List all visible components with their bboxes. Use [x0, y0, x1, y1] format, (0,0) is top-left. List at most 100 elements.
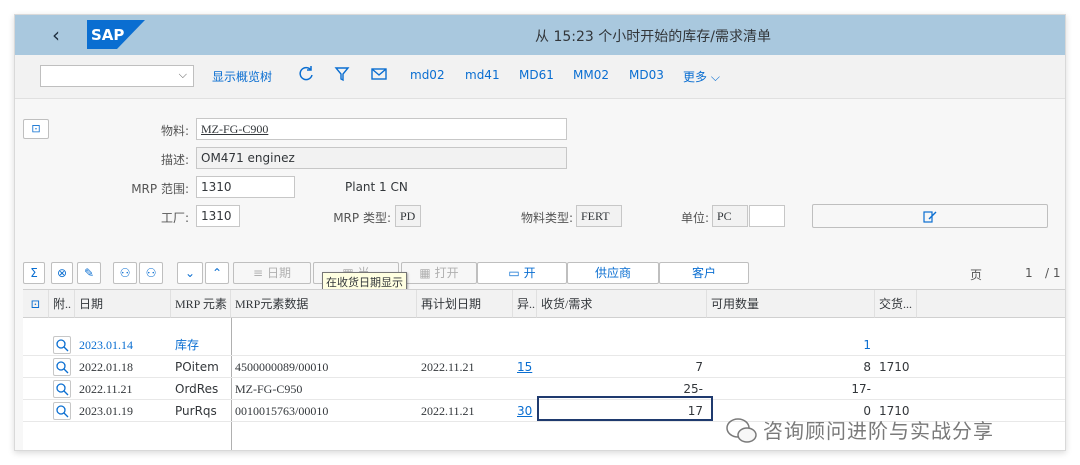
unit-text-field[interactable] [749, 205, 785, 227]
cell-receipt-requirement: 7 [695, 360, 703, 374]
variant-select[interactable]: ⌵ [40, 65, 194, 87]
sap-window: ‹ SAP 从 15:23 个小时开始的库存/需求清单 ⌵ 显示概览树 md02… [14, 14, 1066, 451]
page-label: 页 [970, 268, 983, 282]
md41-button[interactable]: md41 [465, 68, 500, 82]
zoom-icon[interactable] [53, 402, 71, 420]
filter-icon[interactable] [333, 65, 351, 83]
shell-title: 从 15:23 个小时开始的库存/需求清单 [535, 29, 771, 45]
cell-reschedule-date: 2022.11.21 [421, 360, 475, 374]
cell-delivery [875, 334, 917, 356]
open-button[interactable]: ▦ 打开 [401, 262, 477, 284]
zoom-icon[interactable] [53, 380, 71, 398]
table-row[interactable]: 2023.01.14 库存 1 [23, 334, 1065, 356]
cell-date: 2022.01.18 [79, 360, 133, 374]
header-mrp-element[interactable]: MRP 元素 [171, 290, 231, 318]
date-button[interactable]: ≡ 日期 [233, 262, 311, 284]
mail-icon[interactable] [370, 65, 388, 83]
shell-bar: ‹ SAP 从 15:23 个小时开始的库存/需求清单 [15, 15, 1065, 55]
select-all-icon[interactable]: ⊡ [23, 290, 49, 318]
description-field: OM471 enginez [196, 147, 567, 169]
unit-label: 单位: [680, 211, 709, 225]
receipt-button[interactable]: ▭ 开 [477, 262, 567, 284]
cell-receipt-requirement [537, 334, 707, 356]
calendar-icon: ▭ [508, 266, 520, 280]
sum-button[interactable]: Σ [23, 262, 45, 284]
open-button-label: 打开 [434, 266, 459, 280]
header-delivery[interactable]: 交货... [875, 290, 917, 318]
cell-element-data: MZ-FG-C950 [235, 382, 303, 396]
cell-delivery: 1710 [879, 360, 910, 374]
md02-button[interactable]: md02 [410, 68, 445, 82]
user-group-alt-icon[interactable]: ⚇ [139, 262, 163, 284]
header-available-qty[interactable]: 可用数量 [707, 290, 875, 318]
cell-date: 2023.01.14 [79, 338, 133, 352]
watermark: 咨询顾问进阶与实战分享 [725, 415, 994, 444]
mrp-area-field[interactable]: 1310 [196, 176, 295, 198]
zoom-icon[interactable] [53, 358, 71, 376]
selected-cell-focus [537, 396, 713, 421]
mm02-button[interactable]: MM02 [573, 68, 609, 82]
expand-all-icon[interactable]: ⌄ [177, 262, 203, 284]
material-type-field: FERT [576, 205, 622, 227]
unit-field: PC [712, 205, 748, 227]
back-button[interactable]: ‹ [45, 23, 67, 47]
page-total: / 1 [1045, 266, 1061, 280]
mrp-area-label: MRP 范围: [131, 182, 189, 196]
material-type-label: 物料类型: [520, 211, 573, 225]
chevron-down-icon: ⌵ [178, 68, 187, 81]
md03-button[interactable]: MD03 [629, 68, 664, 82]
header-attach[interactable]: 附.. [49, 290, 75, 318]
show-overview-tree-button[interactable]: 显示概览树 [212, 68, 272, 85]
vendor-button[interactable]: 供应商 [567, 262, 659, 284]
plant-field[interactable]: 1310 [196, 205, 240, 227]
material-field[interactable]: MZ-FG-C900 [196, 118, 567, 140]
edit-settings-button[interactable] [812, 204, 1048, 228]
zoom-icon[interactable] [53, 336, 71, 354]
pencil-icon[interactable]: ✎ [77, 262, 101, 284]
sap-logo-text: SAP [91, 26, 124, 44]
receipt-button-label: 开 [523, 266, 536, 280]
material-label: 物料: [160, 124, 189, 138]
user-group-icon[interactable]: ⚇ [113, 262, 137, 284]
refresh-icon[interactable] [297, 65, 315, 83]
cell-date: 2022.11.21 [79, 382, 133, 396]
cell-mrp-element: POitem [175, 360, 219, 374]
cell-element-data: 0010015763/00010 [235, 404, 329, 418]
header-date[interactable]: 日期 [75, 290, 171, 318]
cell-exception[interactable] [513, 378, 537, 400]
table-row[interactable]: 2022.01.18 POitem 4500000089/00010 2022.… [23, 356, 1065, 378]
header-mrp-element-data[interactable]: MRP元素数据 [231, 290, 417, 318]
cell-mrp-element: PurRqs [175, 404, 217, 418]
customer-button[interactable]: 客户 [659, 262, 749, 284]
app-toolbar: ⌵ 显示概览树 md02 md41 MD61 MM02 MD03 更多 ⌵ [15, 55, 1065, 99]
cell-delivery [875, 378, 917, 400]
header-reschedule-date[interactable]: 再计划日期 [417, 290, 513, 318]
page-number: 1 [1025, 266, 1033, 280]
cell-reschedule-date [417, 378, 513, 400]
chevron-down-icon: ⌵ [710, 70, 720, 84]
cell-mrp-element: 库存 [175, 338, 200, 352]
cell-exception[interactable] [513, 334, 537, 356]
header-filler [917, 290, 1065, 318]
edit-icon [923, 210, 937, 223]
cell-reschedule-date: 2022.11.21 [421, 404, 475, 418]
header-exception[interactable]: 异.. [513, 290, 537, 318]
md61-button[interactable]: MD61 [519, 68, 554, 82]
cell-exception[interactable]: 30 [513, 400, 537, 422]
collapse-all-icon[interactable]: ⌃ [205, 262, 229, 284]
cell-reschedule-date [417, 334, 513, 356]
header-receipt-requirement[interactable]: 收货/需求 [537, 290, 707, 318]
cell-available-qty: 17- [851, 382, 871, 396]
more-label: 更多 [683, 70, 708, 84]
more-button[interactable]: 更多 ⌵ [683, 68, 720, 85]
glasses-icon[interactable]: ⊗ [51, 262, 73, 284]
mrp-type-field: PD [395, 205, 421, 227]
cell-exception[interactable]: 15 [513, 356, 537, 378]
list-icon: ≡ [253, 266, 264, 280]
cell-available-qty: 8 [863, 360, 871, 374]
description-label: 描述: [160, 153, 189, 167]
cell-mrp-element: OrdRes [175, 382, 219, 396]
cell-element-data: 4500000089/00010 [235, 360, 329, 374]
collapse-header-icon[interactable]: ⊡ [23, 119, 49, 139]
date-button-label: 日期 [266, 266, 291, 280]
